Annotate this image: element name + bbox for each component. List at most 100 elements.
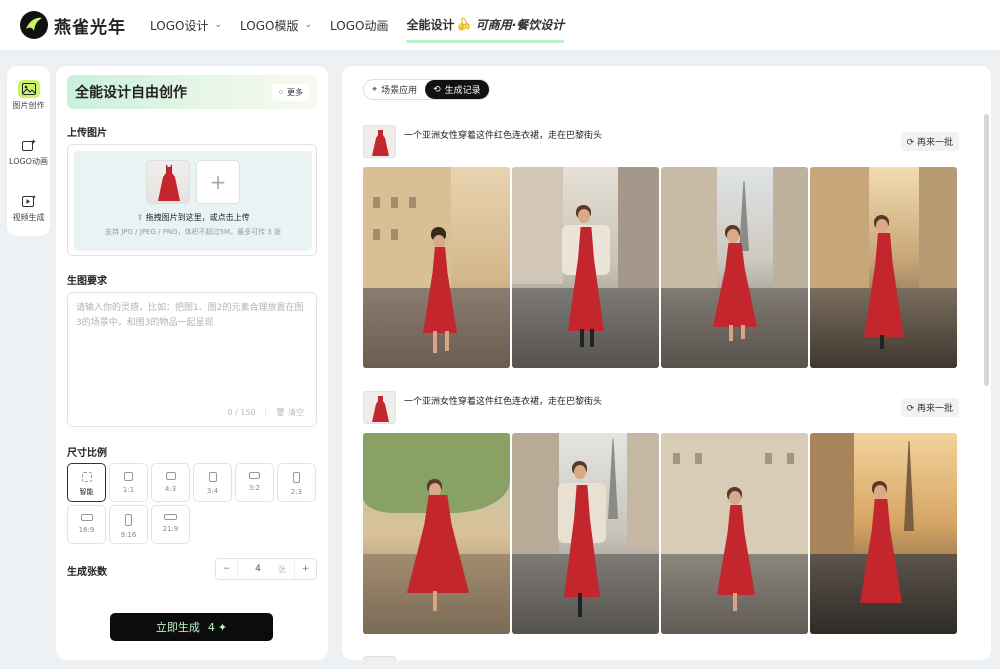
refresh-icon: ⟳ [906,138,917,148]
smart-ratio-icon [81,472,92,482]
prompt-textarea[interactable]: 请输入你的灵感，比如：把图1、图2的元素合理放置在图3的场景中，和图3的物品一起… [67,292,317,427]
generated-image[interactable] [512,433,659,634]
ratio-label: 16:9 [78,526,95,534]
retry-button[interactable]: ⟳ 再来一批 [900,398,959,417]
nav-logo-animation[interactable]: LOGO动画 [330,17,388,34]
tab-label: 场景应用 [381,86,418,96]
generated-image[interactable] [363,433,510,634]
retry-button[interactable]: ⟳ 再来一批 [900,132,959,151]
ratio-option-smart[interactable]: 智能 [67,463,106,502]
nav-all-design[interactable]: 全能设计 🍌︎ 可商用·餐饮设计 [406,16,565,43]
next-batch-thumbnail[interactable] [363,656,396,660]
retry-label: 再来一批 [916,138,953,148]
window-image [765,453,772,464]
leg-image [733,593,737,611]
ratio-option-16-9[interactable]: 16:9 [67,505,106,544]
ratio-label: 21:9 [162,525,179,533]
increment-button[interactable]: + [294,559,316,579]
count-stepper[interactable]: − 4 张 + [215,558,317,580]
rail-item-video[interactable]: 视频生成 [7,192,50,223]
generated-image[interactable] [810,167,957,368]
tab-scene-apply[interactable]: ⌖ 场景应用 [364,80,425,99]
generated-image[interactable] [512,167,659,368]
boot-image [578,593,582,617]
window-image [695,453,702,464]
batch-prompt: 一个亚洲女性穿着这件红色连衣裙，走在巴黎街头 [404,397,603,407]
rail-label: 图片创作 [12,101,45,110]
street-scene-image [512,433,659,634]
leg-image [433,591,437,611]
batch-source-thumbnail[interactable] [363,125,396,158]
eiffel-tower-image [608,439,618,519]
leg-image [445,331,449,351]
ratio-option-21-9[interactable]: 21:9 [151,505,190,544]
tab-label: 生成记录 [444,86,481,96]
ratio-option-4-3[interactable]: 4:3 [151,463,190,502]
main-nav: LOGO设计 ⌄ LOGO模版 ⌄ LOGO动画 全能设计 🍌︎ 可商用·餐饮设计 [150,0,582,50]
banana-icon: 🍌︎ [456,17,472,31]
ratio-label: 4:3 [164,485,177,493]
ratio-label: 3:2 [248,484,261,492]
generate-cost: 4 [207,620,215,634]
nav-promo-label: 可商用·餐饮设计 [475,17,565,32]
generated-image[interactable] [810,433,957,634]
upload-dropzone[interactable]: + ⇪ 拖拽图片到这里，或点击上传 支持 JPG / JPEG / PNG，体积… [67,144,317,256]
street-scene-image [512,167,659,368]
generated-image[interactable] [363,167,510,368]
face-image [433,235,445,249]
ratio-option-3-4[interactable]: 3:4 [193,463,232,502]
more-button[interactable]: ⁘ 更多 [271,83,309,101]
rail-label: LOGO动画 [9,157,48,166]
add-image-button[interactable]: + [196,160,240,204]
building-image [512,433,560,566]
results-tabs: ⌖ 场景应用 ⟲ 生成记录 [363,79,490,100]
ratio-option-1-1[interactable]: 1:1 [109,463,148,502]
count-value[interactable]: 4 [238,564,278,574]
image-count-row: 生成张数 − 4 张 + [67,558,317,580]
upload-hint: ⇪ 拖拽图片到这里，或点击上传 [74,212,312,223]
nav-logo-design[interactable]: LOGO设计 ⌄ [150,17,222,34]
boot-image [580,329,584,347]
clear-button[interactable]: 🗑︎ 清空 [275,408,304,417]
decrement-button[interactable]: − [216,559,238,579]
ratio-shape-icon [249,472,260,479]
window-image [391,229,398,240]
count-unit: 张 [278,564,286,574]
nav-label: LOGO动画 [330,18,389,33]
generated-image[interactable] [661,433,808,634]
brand-logo[interactable]: 燕雀光年 [20,11,132,39]
ratio-shape-icon [293,472,300,483]
more-label: 更多 [287,87,303,97]
creation-panel: 全能设计自由创作 ⁘ 更多 上传图片 + ⇪ 拖拽图片到这里，或点击上传 支持 … [56,66,328,660]
leg-image [741,325,745,339]
face-image [874,485,886,499]
ratio-label: 1:1 [122,486,135,494]
results-panel: ⌖ 场景应用 ⟲ 生成记录 一个亚洲女性穿着这件红色连衣裙，走在巴黎街头 ⟳ 再来一… [342,66,991,660]
face-image [876,219,888,233]
building-image [661,167,717,300]
rail-item-logo-animation[interactable]: LOGO动画 [7,136,50,167]
building-image [512,167,564,284]
ratio-option-3-2[interactable]: 3:2 [235,463,274,502]
window-image [409,197,416,208]
ratio-option-9-16[interactable]: 9:16 [109,505,148,544]
rail-item-image[interactable]: 图片创作 [7,80,50,111]
tab-history[interactable]: ⟲ 生成记录 [425,80,489,99]
ratio-label: 2:3 [290,488,303,496]
street-scene-image [363,433,510,634]
street-scene-image [810,433,957,634]
retry-label: 再来一批 [916,404,953,414]
ratio-option-2-3[interactable]: 2:3 [277,463,316,502]
nav-logo-template[interactable]: LOGO模版 ⌄ [240,17,312,34]
generated-image[interactable] [661,167,808,368]
upload-area[interactable]: + ⇪ 拖拽图片到这里，或点击上传 支持 JPG / JPEG / PNG，体积… [74,151,312,251]
ratio-shape-icon [165,472,176,480]
scrollbar[interactable] [984,114,989,386]
chevron-down-icon: ⌄ [304,20,312,30]
location-icon: ⌖ [372,84,378,95]
uploaded-dress-thumbnail[interactable] [146,160,190,204]
batch-source-thumbnail[interactable] [363,391,396,424]
generate-button[interactable]: 立即生成 4 ✦ [110,613,273,641]
shoe-image [880,335,884,349]
panel-title: 全能设计自由创作 [75,85,187,101]
